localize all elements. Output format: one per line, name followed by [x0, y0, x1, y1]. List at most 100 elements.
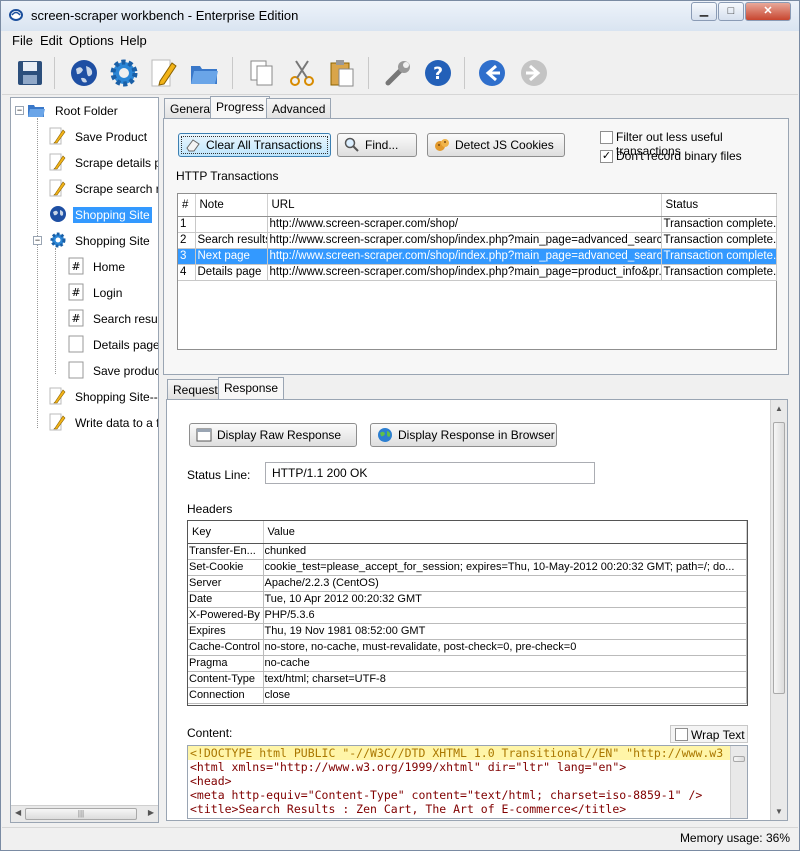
- find-button[interactable]: Find...: [337, 133, 417, 157]
- svg-text:#: #: [71, 286, 80, 299]
- tab-response[interactable]: Response: [218, 377, 285, 399]
- scrapeable-file-icon: #: [68, 257, 84, 275]
- table-row[interactable]: Server Apache/2.2.3 (CentOS): [188, 575, 747, 592]
- gear-icon: [50, 232, 66, 248]
- response-vertical-scrollbar[interactable]: ▲ ▼: [770, 400, 787, 820]
- http-transactions-label: HTTP Transactions: [176, 169, 279, 183]
- window-title: screen-scraper workbench - Enterprise Ed…: [31, 8, 299, 23]
- tab-progress[interactable]: Progress: [210, 96, 271, 118]
- maximize-button[interactable]: □: [718, 2, 744, 21]
- status-line-field[interactable]: HTTP/1.1 200 OK: [265, 462, 595, 484]
- scroll-down-icon[interactable]: ▼: [775, 807, 783, 816]
- column-header-key[interactable]: Key: [188, 521, 264, 544]
- memory-usage: Memory usage: 36%: [679, 831, 790, 845]
- tab-request[interactable]: Request: [167, 379, 224, 399]
- table-row[interactable]: Expires Thu, 19 Nov 1981 08:52:00 GMT: [188, 623, 747, 640]
- menu-file[interactable]: File: [12, 33, 33, 48]
- table-row[interactable]: Cache-Control no-store, no-cache, must-re…: [188, 639, 747, 656]
- table-row[interactable]: Pragma no-cache: [188, 655, 747, 672]
- clear-all-transactions-button[interactable]: Clear All Transactions: [178, 133, 331, 157]
- folder-icon: [28, 105, 45, 117]
- magnifier-icon: [344, 137, 359, 152]
- filter-transactions-checkbox[interactable]: [600, 131, 613, 144]
- menu-edit[interactable]: Edit: [40, 33, 62, 48]
- table-row-selected[interactable]: 3 Next page http://www.screen-scraper.com/…: [178, 248, 777, 265]
- headers-label: Headers: [187, 502, 233, 516]
- tree-horizontal-scrollbar[interactable]: ◀ ||| ▶: [11, 805, 158, 822]
- column-header-value[interactable]: Value: [263, 521, 747, 544]
- title-bar: screen-scraper workbench - Enterprise Ed…: [1, 1, 799, 31]
- project-tree: − Root Folder Save Product Scrape detail…: [10, 97, 159, 823]
- script-icon: [49, 153, 66, 171]
- column-header-number[interactable]: #: [178, 194, 196, 217]
- table-row[interactable]: 1 http://www.screen-scraper.com/shop/Tran…: [178, 216, 777, 233]
- page-icon: [68, 335, 84, 353]
- binary-files-checkbox[interactable]: ✓: [600, 150, 613, 163]
- table-row[interactable]: 2 Search results http://www.screen-scraper…: [178, 232, 777, 249]
- globe-icon: [378, 428, 392, 442]
- wrench-icon[interactable]: [382, 57, 414, 89]
- paste-icon[interactable]: [326, 57, 358, 89]
- back-icon[interactable]: [476, 57, 508, 89]
- scroll-left-icon[interactable]: ◀: [15, 808, 21, 817]
- gear-icon[interactable]: [108, 57, 140, 89]
- script-icon: [49, 413, 66, 431]
- table-row[interactable]: Transfer-En... chunked: [188, 543, 747, 560]
- column-header-url[interactable]: URL: [267, 194, 662, 217]
- globe-icon: [50, 206, 66, 222]
- scroll-right-icon[interactable]: ▶: [148, 808, 154, 817]
- script-icon: [49, 127, 66, 145]
- tab-advanced[interactable]: Advanced: [266, 98, 332, 118]
- scrapeable-file-icon: #: [68, 309, 84, 327]
- menu-bar: File Edit Options Help: [2, 31, 798, 51]
- binary-files-label: Don't record binary files: [616, 149, 742, 163]
- menu-help[interactable]: Help: [120, 33, 147, 48]
- content-line: <head>: [190, 774, 232, 788]
- minimize-button[interactable]: ▁: [691, 2, 717, 21]
- help-icon[interactable]: ?: [422, 57, 454, 89]
- column-header-status[interactable]: Status: [661, 194, 777, 217]
- column-header-note[interactable]: Note: [195, 194, 268, 217]
- tree-label: Root Folder: [55, 104, 118, 118]
- pencil-icon[interactable]: [148, 57, 180, 89]
- content-label: Content:: [187, 726, 233, 740]
- response-panel: Display Raw Response Display Response in…: [166, 399, 788, 821]
- display-response-in-browser-button[interactable]: Display Response in Browser: [370, 423, 557, 447]
- content-line: <html xmlns="http://www.w3.org/1999/xhtm…: [190, 760, 627, 774]
- globe-icon[interactable]: [68, 57, 100, 89]
- table-row[interactable]: Content-Type text/html; charset=UTF-8: [188, 671, 747, 688]
- save-icon[interactable]: [14, 57, 46, 89]
- content-vertical-scrollbar[interactable]: [730, 746, 747, 818]
- headers-table: Key Value Transfer-En... chunked Set-Cook…: [187, 520, 748, 706]
- app-logo-icon: [9, 9, 23, 21]
- wrap-text-checkbox[interactable]: [675, 728, 688, 741]
- menu-options[interactable]: Options: [69, 33, 114, 48]
- table-row[interactable]: Connection close: [188, 687, 747, 704]
- detect-js-cookies-button[interactable]: Detect JS Cookies: [427, 133, 565, 157]
- content-line: <meta http-equiv="Content-Type" content=…: [190, 788, 703, 802]
- content-viewer[interactable]: <!DOCTYPE html PUBLIC "-//W3C//DTD XHTML…: [187, 745, 748, 819]
- scrollbar-thumb[interactable]: |||: [25, 808, 137, 820]
- toolbar: ?: [2, 51, 798, 95]
- cookie-icon: [435, 139, 449, 151]
- folder-icon[interactable]: [188, 57, 220, 89]
- display-raw-response-button[interactable]: Display Raw Response: [189, 423, 357, 447]
- status-bar: Memory usage: 36%: [2, 827, 798, 849]
- page-icon: [68, 361, 84, 379]
- table-row[interactable]: X-Powered-By PHP/5.3.6: [188, 607, 747, 624]
- scroll-up-icon[interactable]: ▲: [775, 404, 783, 413]
- close-button[interactable]: ✕: [745, 2, 791, 21]
- scrollbar-thumb[interactable]: [773, 422, 785, 694]
- table-row[interactable]: 4 Details page http://www.screen-scraper.c…: [178, 264, 777, 281]
- scrapeable-file-icon: #: [68, 283, 84, 301]
- svg-text:#: #: [71, 312, 80, 325]
- svg-text:#: #: [71, 260, 80, 273]
- svg-text:?: ?: [433, 64, 443, 84]
- table-row[interactable]: Date Tue, 10 Apr 2012 00:20:32 GMT: [188, 591, 747, 608]
- scrollbar-thumb[interactable]: [733, 756, 745, 762]
- copy-icon[interactable]: [246, 57, 278, 89]
- window-icon: [196, 428, 212, 442]
- table-row[interactable]: Set-Cookie cookie_test=please_accept_for_…: [188, 559, 747, 576]
- cut-icon[interactable]: [286, 57, 318, 89]
- status-line-label: Status Line:: [187, 468, 251, 482]
